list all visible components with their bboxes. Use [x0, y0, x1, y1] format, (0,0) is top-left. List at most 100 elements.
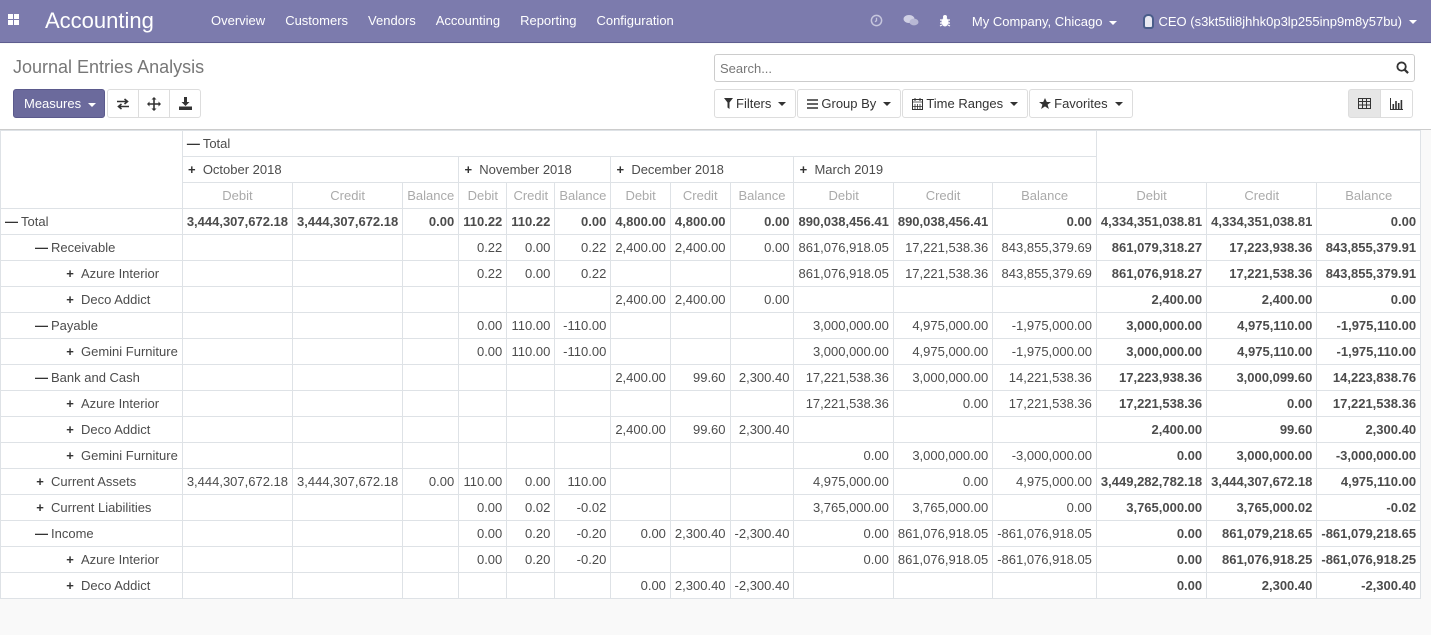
pivot-cell[interactable]	[892, 416, 994, 443]
pivot-cell[interactable]	[669, 312, 731, 339]
measure-header-credit[interactable]: Credit	[506, 182, 556, 209]
filters-button[interactable]: Filters	[714, 89, 797, 118]
row-header[interactable]: + Current Assets	[0, 468, 183, 495]
pivot-cell[interactable]: -1,975,110.00	[1316, 312, 1422, 339]
pivot-cell[interactable]: 17,221,538.36	[1316, 390, 1422, 417]
pivot-cell[interactable]: 17,221,538.36	[1095, 390, 1208, 417]
pivot-cell[interactable]: 0.00	[1095, 572, 1208, 599]
pivot-cell[interactable]: 3,444,307,672.18	[181, 208, 294, 235]
pivot-cell[interactable]: 0.00	[1316, 286, 1422, 313]
pivot-cell[interactable]	[181, 286, 294, 313]
pivot-cell[interactable]	[181, 546, 294, 573]
pivot-cell[interactable]	[793, 416, 894, 443]
pivot-cell[interactable]: -861,079,218.65	[1316, 520, 1422, 547]
favorites-button[interactable]: Favorites	[1029, 89, 1133, 118]
pivot-cell[interactable]	[669, 338, 731, 365]
pivot-cell[interactable]	[554, 390, 612, 417]
clock-icon[interactable]	[860, 14, 894, 30]
pivot-cell[interactable]	[402, 442, 460, 469]
pivot-cell[interactable]	[506, 364, 556, 391]
download-button[interactable]	[169, 89, 201, 118]
pivot-cell[interactable]	[992, 572, 1097, 599]
pivot-cell[interactable]: 110.00	[458, 468, 508, 495]
pivot-cell[interactable]: 0.22	[458, 260, 508, 287]
pivot-cell[interactable]: 17,221,538.36	[793, 364, 894, 391]
col-header-group[interactable]: + November 2018	[458, 156, 612, 183]
pivot-cell[interactable]: 3,765,000.00	[892, 494, 994, 521]
pivot-cell[interactable]	[402, 338, 460, 365]
pivot-cell[interactable]	[610, 546, 671, 573]
pivot-cell[interactable]: -3,000,000.00	[992, 442, 1097, 469]
pivot-cell[interactable]	[292, 546, 404, 573]
pivot-cell[interactable]: 861,076,918.05	[793, 260, 894, 287]
pivot-cell[interactable]	[506, 416, 556, 443]
pivot-cell[interactable]: 4,975,000.00	[992, 468, 1097, 495]
pivot-cell[interactable]	[402, 494, 460, 521]
col-header-group[interactable]: + December 2018	[610, 156, 795, 183]
group-by-button[interactable]: Group By	[797, 89, 902, 118]
pivot-cell[interactable]: -110.00	[554, 312, 612, 339]
pivot-cell[interactable]: 861,076,918.05	[892, 546, 994, 573]
pivot-cell[interactable]: 2,400.00	[1206, 286, 1318, 313]
measure-header-debit[interactable]: Debit	[610, 182, 671, 209]
pivot-cell[interactable]	[292, 390, 404, 417]
user-menu[interactable]: CEO (s3kt5tli8jhhk0p3lp255inp9m8y57bu)	[1129, 14, 1431, 29]
pivot-cell[interactable]	[892, 286, 994, 313]
pivot-cell[interactable]: 110.00	[506, 312, 556, 339]
measure-header-credit[interactable]: Credit	[892, 182, 994, 209]
pivot-cell[interactable]: 861,079,218.65	[1206, 520, 1318, 547]
pivot-cell[interactable]: 2,300.40	[729, 364, 795, 391]
pivot-cell[interactable]: 2,400.00	[610, 286, 671, 313]
measure-header-debit[interactable]: Debit	[458, 182, 508, 209]
pivot-cell[interactable]	[402, 286, 460, 313]
pivot-cell[interactable]	[610, 442, 671, 469]
pivot-cell[interactable]	[181, 494, 294, 521]
pivot-cell[interactable]: 0.02	[506, 494, 556, 521]
pivot-cell[interactable]	[292, 494, 404, 521]
pivot-cell[interactable]: 0.00	[793, 546, 894, 573]
pivot-cell[interactable]: 2,400.00	[669, 286, 731, 313]
pivot-cell[interactable]	[458, 390, 508, 417]
row-header[interactable]: + Gemini Furniture	[0, 338, 183, 365]
pivot-cell[interactable]: 99.60	[669, 416, 731, 443]
pivot-cell[interactable]: 2,300.40	[729, 416, 795, 443]
menu-item-reporting[interactable]: Reporting	[510, 13, 586, 28]
pivot-cell[interactable]: 4,975,000.00	[793, 468, 894, 495]
pivot-cell[interactable]: 17,223,938.36	[1206, 234, 1318, 261]
menu-item-customers[interactable]: Customers	[275, 13, 358, 28]
pivot-cell[interactable]	[610, 390, 671, 417]
pivot-cell[interactable]: 2,400.00	[1095, 286, 1208, 313]
pivot-cell[interactable]: 0.00	[458, 546, 508, 573]
pivot-cell[interactable]: 0.00	[729, 234, 795, 261]
pivot-cell[interactable]: 3,444,307,672.18	[181, 468, 294, 495]
pivot-cell[interactable]: 0.20	[506, 520, 556, 547]
pivot-cell[interactable]: -861,076,918.25	[1316, 546, 1422, 573]
menu-item-accounting[interactable]: Accounting	[426, 13, 510, 28]
pivot-cell[interactable]: 4,334,351,038.81	[1095, 208, 1208, 235]
pivot-cell[interactable]	[554, 286, 612, 313]
pivot-cell[interactable]: 4,334,351,038.81	[1206, 208, 1318, 235]
pivot-cell[interactable]	[610, 494, 671, 521]
measure-header-debit[interactable]: Debit	[1095, 182, 1208, 209]
pivot-cell[interactable]: -861,076,918.05	[992, 546, 1097, 573]
row-header[interactable]: + Current Liabilities	[0, 494, 183, 521]
pivot-cell[interactable]: 3,449,282,782.18	[1095, 468, 1208, 495]
pivot-cell[interactable]	[458, 286, 508, 313]
pivot-cell[interactable]: 14,223,838.76	[1316, 364, 1422, 391]
pivot-cell[interactable]: -0.02	[554, 494, 612, 521]
pivot-cell[interactable]	[402, 260, 460, 287]
pivot-cell[interactable]: 861,076,918.05	[892, 520, 994, 547]
pivot-cell[interactable]: 0.00	[506, 234, 556, 261]
pivot-cell[interactable]: 0.00	[458, 338, 508, 365]
pivot-cell[interactable]: 0.00	[1206, 390, 1318, 417]
pivot-cell[interactable]: -2,300.40	[1316, 572, 1422, 599]
pivot-cell[interactable]	[402, 234, 460, 261]
row-header[interactable]: + Azure Interior	[0, 390, 183, 417]
pivot-cell[interactable]	[181, 442, 294, 469]
pivot-cell[interactable]: 2,300.40	[1206, 572, 1318, 599]
pivot-cell[interactable]	[669, 260, 731, 287]
pivot-cell[interactable]	[458, 416, 508, 443]
pivot-cell[interactable]	[402, 546, 460, 573]
pivot-cell[interactable]	[402, 364, 460, 391]
pivot-cell[interactable]: 0.00	[506, 260, 556, 287]
